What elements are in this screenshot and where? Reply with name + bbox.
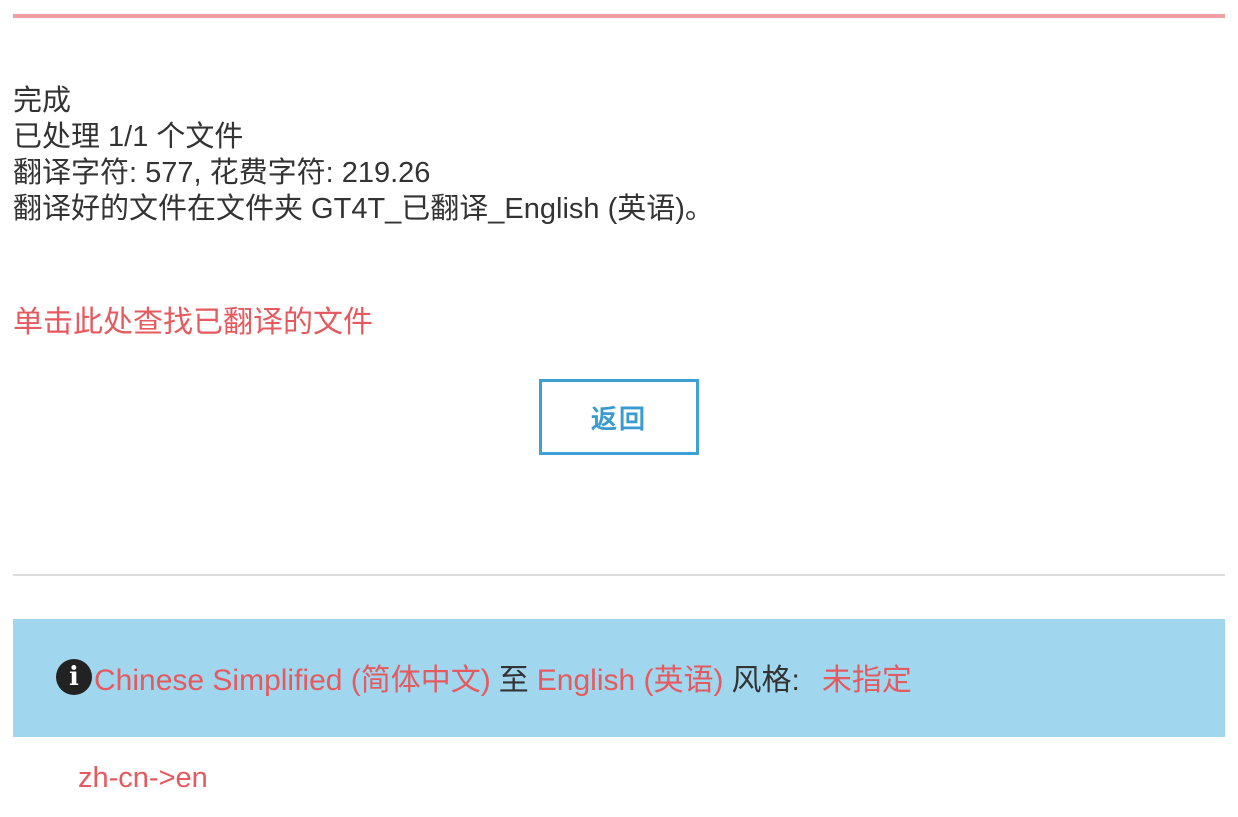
find-translated-files-link[interactable]: 单击此处查找已翻译的文件	[13, 304, 373, 342]
status-output-folder: 翻译好的文件在文件夹 GT4T_已翻译_English (英语)。	[13, 193, 714, 225]
to-word: 至	[498, 664, 529, 697]
status-character-counts: 翻译字符: 577, 花费字符: 219.26	[13, 157, 431, 189]
status-complete: 完成	[13, 85, 72, 117]
source-language: Chinese Simplified (简体中文)	[94, 664, 491, 697]
back-button[interactable]: 返回	[539, 379, 699, 455]
language-info-line: i Chinese Simplified (简体中文) 至 English (英…	[56, 655, 912, 699]
style-label: 风格:	[731, 664, 800, 697]
target-language: English (英语)	[536, 664, 724, 697]
section-divider	[13, 574, 1225, 576]
style-value: 未指定	[821, 664, 912, 697]
top-divider	[13, 14, 1225, 18]
status-files-processed: 已处理 1/1 个文件	[13, 121, 244, 153]
info-icon: i	[56, 659, 92, 695]
page: 完成 已处理 1/1 个文件 翻译字符: 577, 花费字符: 219.26 翻…	[0, 0, 1238, 817]
translation-status: 完成 已处理 1/1 个文件 翻译字符: 577, 花费字符: 219.26 翻…	[13, 83, 714, 227]
language-code: zh-cn->en	[78, 762, 208, 794]
language-info-bar: i Chinese Simplified (简体中文) 至 English (英…	[13, 619, 1225, 737]
